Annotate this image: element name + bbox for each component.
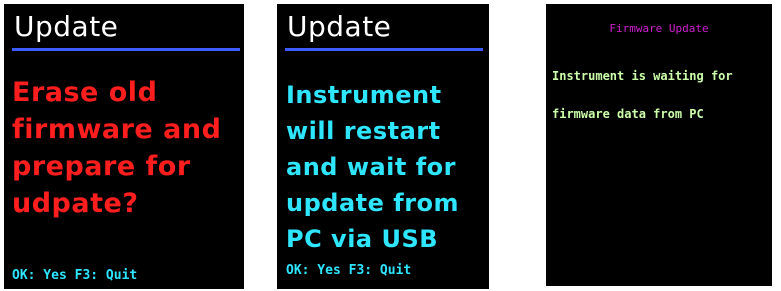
status-line-2: firmware data from PC [552, 107, 704, 121]
erase-message: Erase old firmware and prepare for udpat… [12, 77, 222, 219]
restart-info-screen: Update Instrument will restart and wait … [277, 4, 489, 289]
softkey-hint: OK: Yes F3: Quit [286, 263, 412, 278]
softkey-hint: OK: Yes F3: Quit [12, 268, 138, 283]
erase-confirm-screen: Update Erase old firmware and prepare fo… [4, 4, 244, 289]
screen-title: Update [14, 10, 119, 43]
title-divider [285, 48, 483, 51]
firmware-waiting-screen: Firmware Update Instrument is waiting fo… [546, 4, 772, 286]
restart-message: Instrument will restart and wait for upd… [286, 81, 460, 253]
screen-title: Update [287, 10, 392, 43]
screen-title: Firmware Update [609, 22, 709, 35]
status-line-1: Instrument is waiting for [552, 69, 733, 83]
title-divider [12, 48, 240, 51]
